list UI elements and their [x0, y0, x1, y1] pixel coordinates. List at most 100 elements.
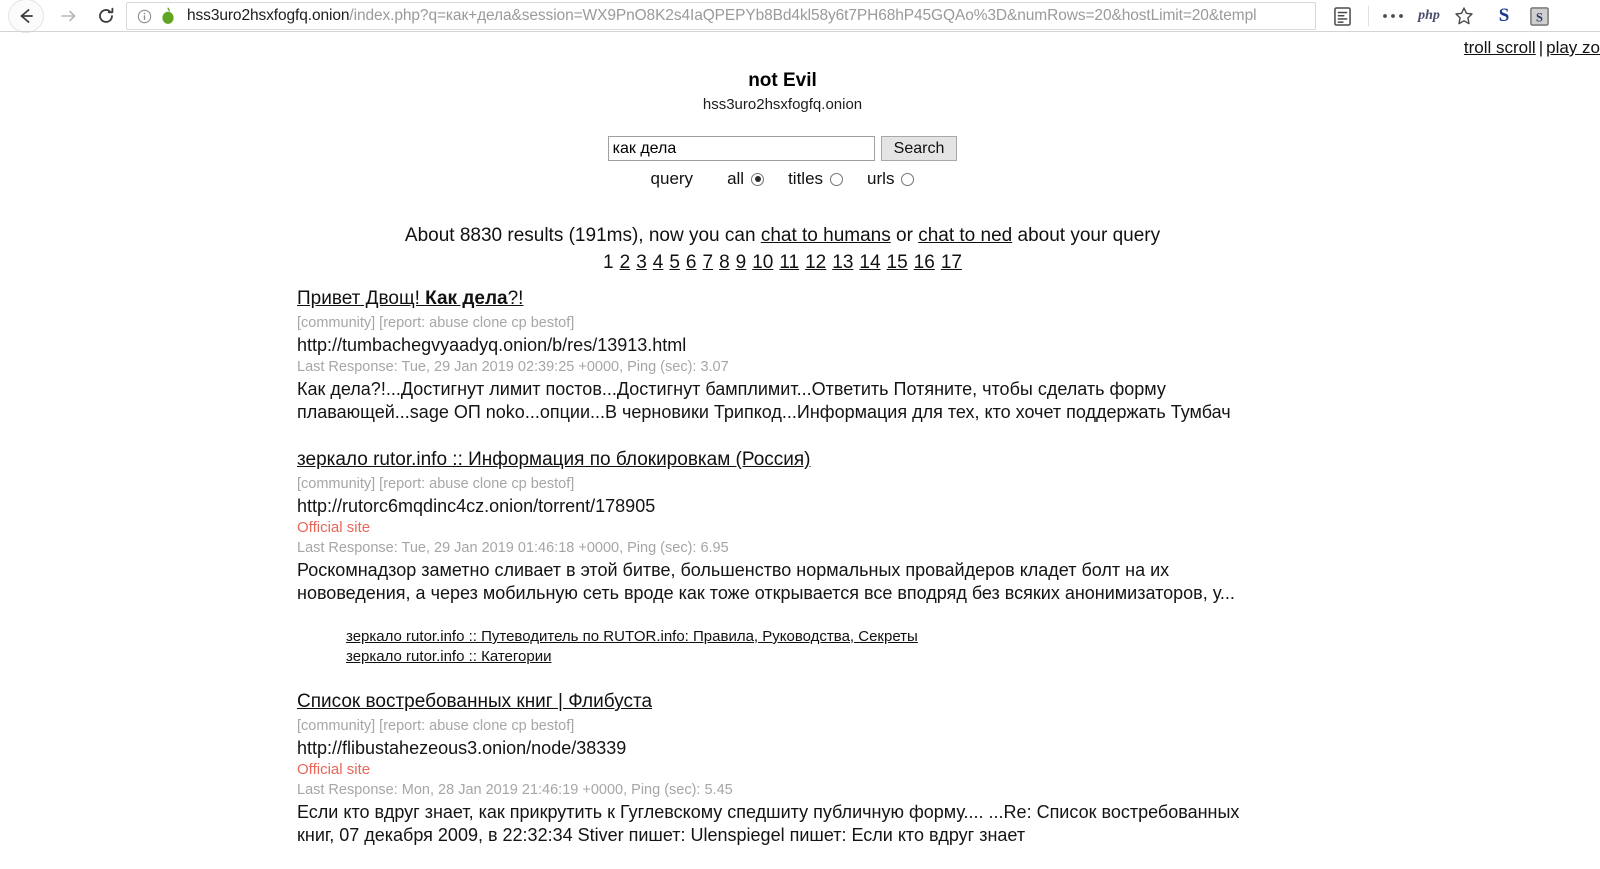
- page-link-7[interactable]: 7: [703, 252, 714, 273]
- troll-scroll-link[interactable]: troll scroll: [1464, 38, 1536, 57]
- bookmark-star-icon[interactable]: [1449, 3, 1479, 29]
- search-result: Список востребованных книг | Флибуста [co…: [297, 689, 1567, 847]
- page-link-8[interactable]: 8: [719, 252, 730, 273]
- result-last-response: Last Response: Tue, 29 Jan 2019 02:39:25…: [297, 359, 729, 375]
- chat-to-humans-link[interactable]: chat to humans: [761, 225, 891, 246]
- tor-onion-icon: [162, 7, 174, 24]
- results-middle: or: [890, 225, 919, 246]
- php-extension-icon[interactable]: php: [1412, 3, 1446, 29]
- top-right-links: troll scroll | play zo: [1464, 38, 1600, 58]
- result-tags[interactable]: [community] [report: abuse clone cp best…: [297, 313, 1567, 333]
- result-last-response: Last Response: Mon, 28 Jan 2019 21:46:19…: [297, 782, 733, 798]
- result-title-match: Как дела: [425, 288, 508, 309]
- result-url[interactable]: http://rutorc6mqdinc4cz.onion/torrent/17…: [297, 494, 1567, 518]
- radio-all[interactable]: [751, 172, 765, 186]
- link-separator: |: [1538, 38, 1544, 57]
- page-content: troll scroll | play zo not Evil hss3uro2hs…: [0, 33, 1600, 869]
- pagination: 1 2 3 4 5 6 7 8 9 10 11 12 13 14 15 16 17: [0, 250, 1565, 276]
- result-official-badge: Official site: [297, 761, 371, 778]
- result-last-response: Last Response: Tue, 29 Jan 2019 01:46:18…: [297, 540, 729, 556]
- three-dots-icon: [1383, 14, 1403, 18]
- forward-button[interactable]: [52, 0, 84, 32]
- reader-view-icon[interactable]: [1328, 3, 1356, 29]
- result-url[interactable]: http://tumbachegvyaadyq.onion/b/res/1391…: [297, 333, 1567, 357]
- result-title-link[interactable]: Список востребованных книг | Флибуста: [297, 691, 652, 712]
- scope-option-urls[interactable]: urls: [867, 169, 915, 189]
- search-button[interactable]: Search: [880, 136, 958, 161]
- result-url[interactable]: http://flibustahezeous3.onion/node/38339: [297, 736, 1567, 760]
- site-header: not Evil hss3uro2hsxfogfq.onion: [0, 70, 1565, 116]
- page-link-2[interactable]: 2: [620, 252, 631, 273]
- result-sublink[interactable]: зеркало rutor.info :: Путеводитель по RU…: [346, 627, 918, 646]
- result-title-row: Список востребованных книг | Флибуста: [297, 689, 1567, 715]
- page-current: 1: [603, 252, 614, 273]
- results-count-prefix: About 8830 results (191ms), now you can: [404, 225, 761, 246]
- page-link-15[interactable]: 15: [887, 252, 908, 273]
- search-row: Search: [607, 136, 958, 161]
- page-link-12[interactable]: 12: [805, 252, 826, 273]
- scope-label-all: all: [727, 169, 745, 188]
- toolbar-bottom-divider: [0, 31, 1600, 32]
- page-link-10[interactable]: 10: [752, 252, 773, 273]
- result-title-row: зеркало rutor.info :: Информация по блок…: [297, 447, 1567, 473]
- s-box-icon: S: [1529, 6, 1549, 26]
- search-result: зеркало rutor.info :: Информация по блок…: [297, 447, 1567, 666]
- page-link-14[interactable]: 14: [859, 252, 880, 273]
- back-arrow-icon: [20, 9, 33, 23]
- page-link-5[interactable]: 5: [669, 252, 680, 273]
- page-link-3[interactable]: 3: [636, 252, 647, 273]
- scope-option-all[interactable]: all: [727, 169, 765, 189]
- info-icon[interactable]: [133, 5, 155, 27]
- url-path: /index.php?q=как+дела&session=WX9PnO8K2s…: [349, 7, 1257, 24]
- site-title: not Evil: [748, 70, 817, 91]
- page-link-11[interactable]: 11: [779, 252, 799, 273]
- result-snippet: Если кто вдруг знает, как прикрутить к Г…: [297, 802, 1240, 845]
- s-extension-icon[interactable]: S: [1524, 3, 1554, 29]
- page-link-6[interactable]: 6: [686, 252, 697, 273]
- scope-label-urls: urls: [867, 169, 895, 188]
- reader-page-icon: [1333, 6, 1351, 26]
- result-title-text: зеркало rutor.info :: Информация по блок…: [297, 449, 811, 470]
- onion-icon[interactable]: [157, 5, 179, 27]
- result-official-badge: Official site: [297, 519, 371, 536]
- results-list: Привет Двощ! Как дела?! [community] [repo…: [297, 286, 1567, 869]
- url-text: hss3uro2hsxfogfq.onion/index.php?q=как+д…: [187, 3, 1309, 29]
- browser-toolbar: hss3uro2hsxfogfq.onion/index.php?q=как+д…: [0, 0, 1600, 33]
- result-title-tail: ?!: [507, 288, 524, 309]
- result-title-row: Привет Двощ! Как дела?!: [297, 286, 1567, 312]
- result-title-text: Привет Двощ!: [297, 288, 426, 309]
- radio-titles[interactable]: [830, 172, 844, 186]
- result-title-link[interactable]: зеркало rutor.info :: Информация по блок…: [297, 449, 811, 470]
- result-tags[interactable]: [community] [report: abuse clone cp best…: [297, 716, 1567, 736]
- chat-to-ned-link[interactable]: chat to ned: [918, 225, 1012, 246]
- skype-extension-icon[interactable]: S: [1490, 3, 1518, 29]
- page-link-9[interactable]: 9: [736, 252, 747, 273]
- search-scope-options: query all titles urls: [0, 169, 1565, 189]
- page-link-13[interactable]: 13: [832, 252, 853, 273]
- result-sublinks: зеркало rutor.info :: Путеводитель по RU…: [346, 627, 1567, 666]
- radio-urls[interactable]: [901, 172, 915, 186]
- site-domain: hss3uro2hsxfogfq.onion: [702, 96, 863, 113]
- back-button[interactable]: [8, 0, 44, 33]
- svg-text:S: S: [1536, 10, 1543, 24]
- page-link-4[interactable]: 4: [653, 252, 664, 273]
- reload-button[interactable]: [90, 0, 122, 32]
- result-tags[interactable]: [community] [report: abuse clone cp best…: [297, 474, 1567, 494]
- result-title-link[interactable]: Привет Двощ! Как дела?!: [297, 288, 523, 309]
- results-summary: About 8830 results (191ms), now you can …: [0, 223, 1565, 249]
- page-link-17[interactable]: 17: [941, 252, 962, 273]
- page-link-16[interactable]: 16: [914, 252, 935, 273]
- info-circle-icon: [137, 9, 151, 23]
- scope-option-titles[interactable]: titles: [788, 169, 844, 189]
- search-input[interactable]: [607, 136, 875, 161]
- results-suffix: about your query: [1012, 225, 1161, 246]
- address-bar[interactable]: hss3uro2hsxfogfq.onion/index.php?q=как+д…: [126, 2, 1316, 30]
- overflow-menu-icon[interactable]: [1378, 3, 1408, 29]
- result-sublink[interactable]: зеркало rutor.info :: Категории: [346, 647, 551, 666]
- result-title-text: Список востребованных книг | Флибуста: [297, 691, 653, 712]
- reload-icon: [99, 7, 114, 23]
- toolbar-divider: [1368, 6, 1369, 26]
- play-zone-link[interactable]: play zo: [1546, 38, 1600, 57]
- search-result: Привет Двощ! Как дела?! [community] [repo…: [297, 286, 1567, 424]
- star-outline-icon: [1455, 7, 1473, 25]
